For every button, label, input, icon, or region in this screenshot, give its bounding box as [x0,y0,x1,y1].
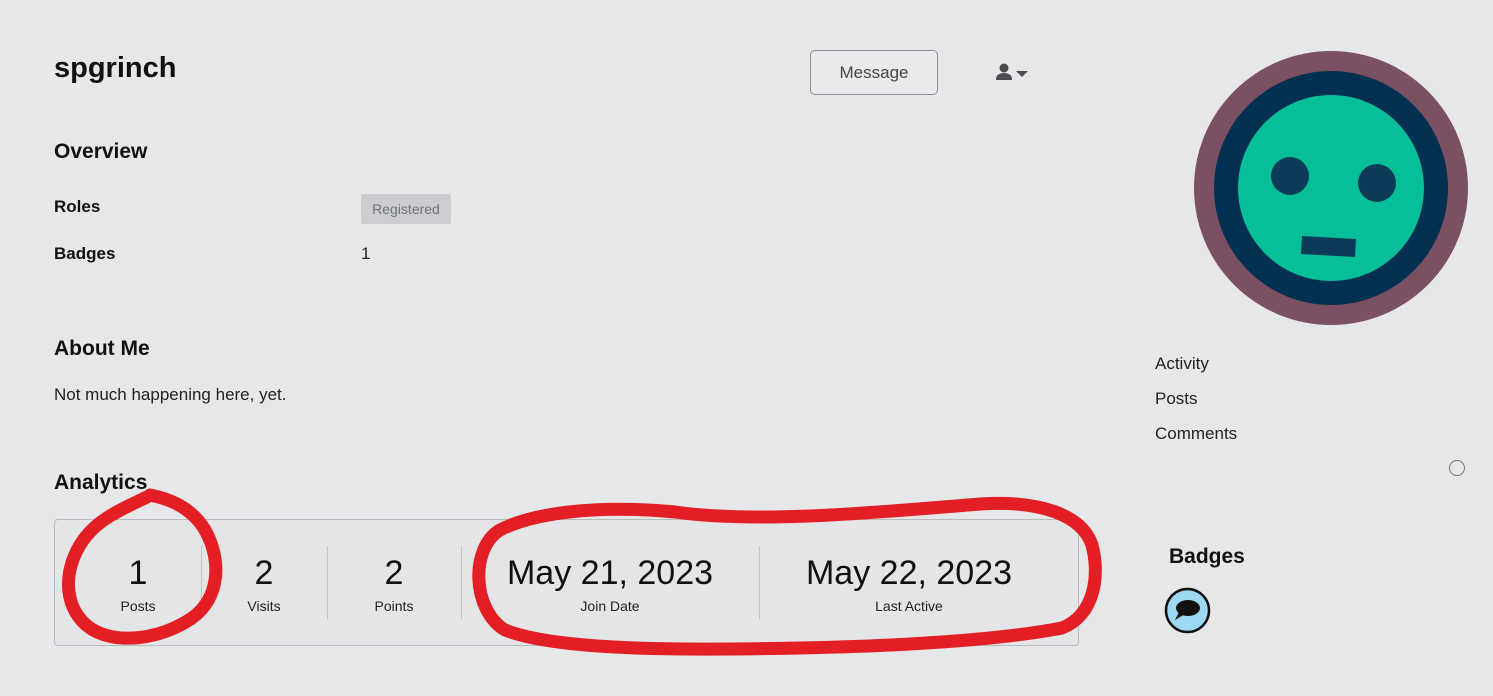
stat-value: 2 [384,554,404,592]
radio-toggle[interactable] [1449,460,1465,476]
about-text: Not much happening here, yet. [54,385,287,404]
user-dropdown-icon[interactable] [995,62,1031,84]
stat-value: May 21, 2023 [506,554,714,592]
stat-join-date: May 21, 2023 Join Date [461,520,759,645]
stat-last-active: May 22, 2023 Last Active [759,520,1059,645]
roles-label: Roles [54,197,101,216]
badges-count: 1 [361,244,371,263]
overview-heading: Overview [54,140,148,163]
badges-label: Badges [54,244,116,263]
stat-label: Last Active [875,598,943,614]
stat-label: Join Date [580,598,640,614]
stat-value: 2 [254,554,274,592]
stat-points: 2 Points [327,520,461,645]
role-badge: Registered [361,194,451,224]
message-button[interactable]: Message [810,50,938,95]
stat-label: Points [374,598,414,614]
analytics-stats-box: 1 Posts 2 Visits 2 Points May 21, 2023 J… [54,519,1079,646]
avatar [1193,50,1469,331]
stat-value: May 22, 2023 [805,554,1013,592]
profile-username: spgrinch [54,52,177,84]
stat-label: Visits [247,598,281,614]
sidebar-link-activity[interactable]: Activity [1155,354,1209,374]
stat-posts: 1 Posts [73,520,203,645]
speech-bubble-icon[interactable] [1164,587,1211,634]
sidebar-link-posts[interactable]: Posts [1155,389,1198,409]
stat-visits: 2 Visits [201,520,327,645]
stat-label: Posts [120,598,156,614]
sidebar-link-comments[interactable]: Comments [1155,424,1237,444]
sidebar-badges-heading: Badges [1169,545,1245,568]
about-heading: About Me [54,337,150,360]
stat-value: 1 [128,554,148,592]
analytics-heading: Analytics [54,471,148,494]
